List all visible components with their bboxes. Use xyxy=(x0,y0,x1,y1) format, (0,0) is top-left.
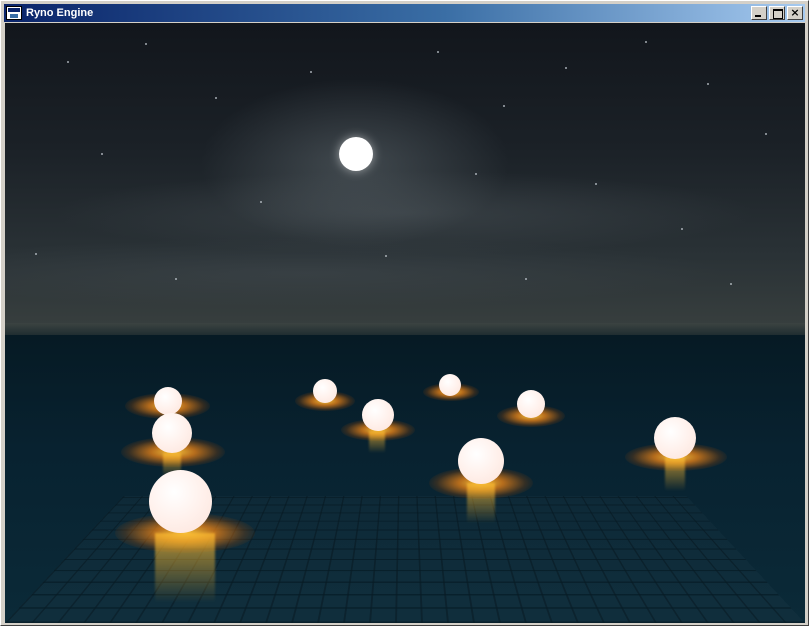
minimize-button[interactable] xyxy=(751,6,767,20)
star xyxy=(145,43,147,45)
light-reflection xyxy=(665,457,685,491)
star xyxy=(67,61,69,63)
app-window: Ryno Engine × xyxy=(0,0,809,626)
star xyxy=(525,278,527,280)
star xyxy=(595,183,597,185)
star xyxy=(730,283,732,285)
light-orb xyxy=(149,470,212,533)
star xyxy=(503,105,505,107)
star xyxy=(35,253,37,255)
star xyxy=(101,153,103,155)
light-orb xyxy=(654,417,696,459)
light-orb xyxy=(152,413,192,453)
moon xyxy=(339,137,373,171)
window-title: Ryno Engine xyxy=(26,7,94,19)
light-reflection xyxy=(155,533,215,603)
ground-tiles xyxy=(5,496,805,623)
light-orb xyxy=(154,387,182,415)
star xyxy=(215,97,217,99)
light-reflection xyxy=(369,431,385,453)
night-sky xyxy=(5,23,805,335)
star xyxy=(437,51,439,53)
light-orb xyxy=(362,399,394,431)
app-icon[interactable] xyxy=(6,6,22,20)
title-bar[interactable]: Ryno Engine × xyxy=(4,4,805,22)
star xyxy=(707,83,709,85)
star xyxy=(385,255,387,257)
window-controls: × xyxy=(751,6,803,20)
close-button[interactable]: × xyxy=(787,6,803,20)
star xyxy=(681,228,683,230)
light-reflection xyxy=(467,483,495,523)
star xyxy=(310,71,312,73)
star xyxy=(565,67,567,69)
light-orb xyxy=(439,374,461,396)
star xyxy=(260,201,262,203)
star xyxy=(645,41,647,43)
star xyxy=(765,133,767,135)
star xyxy=(475,173,477,175)
star xyxy=(175,278,177,280)
light-orb xyxy=(517,390,545,418)
light-orb xyxy=(313,379,337,403)
light-orb xyxy=(458,438,504,484)
maximize-button[interactable] xyxy=(769,6,785,20)
render-viewport[interactable] xyxy=(5,23,805,623)
